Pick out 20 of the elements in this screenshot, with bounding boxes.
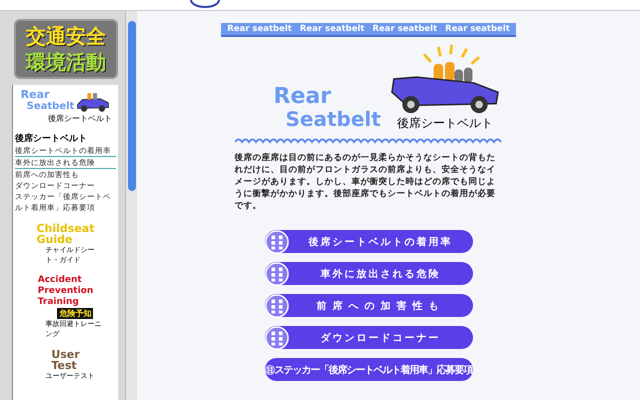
traffic-safety-logo[interactable]: 交通安全 環境活動 <box>14 19 118 79</box>
menu-button[interactable]: ステッカー「後席シートベルト着用車」応募要項 <box>264 358 472 381</box>
scroll-thumb[interactable] <box>128 21 136 191</box>
menu-button[interactable]: 車外に放出される危険 <box>264 262 472 285</box>
intro-paragraph: 後席の座席は目の前にあるのが一見柔らかそうなシートの背もたれだけに、目の前がフロントガラスの前席よりも、安全そうなイメージがあります。しかし、車が衝突した時はどの席でも同じように衝撃がかかります。後部座席でもシートベルトの着用が必要です。 <box>234 152 496 212</box>
menu-button[interactable]: 前席への加害性も <box>264 294 472 317</box>
section-logo[interactable]: User Test <box>51 349 80 371</box>
seat-grid-icon <box>264 294 288 318</box>
seat-grid-icon <box>264 230 288 254</box>
seat-grid-icon <box>264 262 288 286</box>
rear-seatbelt-logo: Rear Seatbelt <box>274 86 381 130</box>
section-heading: 後席シートベルト <box>15 132 88 145</box>
car-icon <box>76 91 110 113</box>
logo-caption: 後席シートベルト <box>48 113 112 124</box>
logo-caption: 後席シートベルト <box>396 115 493 132</box>
seat-grid-icon <box>264 326 288 350</box>
menu-button[interactable]: 後席シートベルトの着用率 <box>264 230 472 253</box>
section-logo[interactable]: Accident Prevention Training 危険予知 <box>38 275 94 319</box>
scrollbar[interactable] <box>125 11 137 400</box>
menu-button[interactable]: ダウンロードコーナー <box>264 326 472 349</box>
